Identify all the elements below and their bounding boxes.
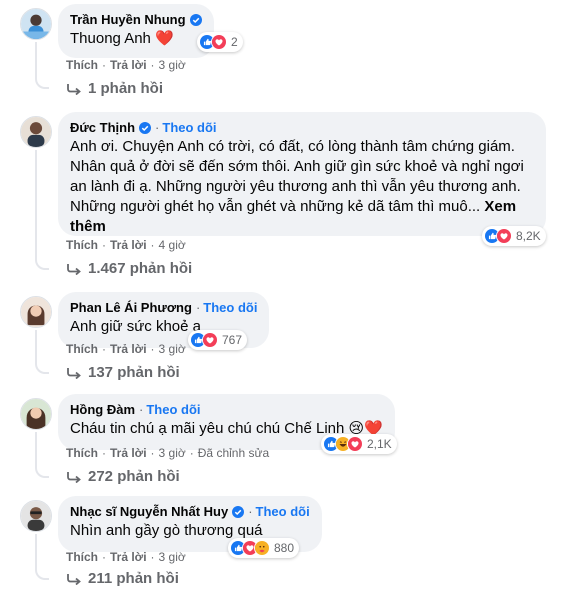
love-icon bbox=[496, 228, 512, 244]
view-replies-link[interactable]: 137 phản hồi bbox=[66, 364, 180, 381]
avatar[interactable] bbox=[20, 500, 52, 532]
reply-arrow-icon bbox=[66, 367, 82, 379]
love-icon bbox=[347, 436, 363, 452]
reply-arrow-icon bbox=[66, 263, 82, 275]
commenter-name[interactable]: Trần Huyền Nhung bbox=[70, 12, 186, 27]
comment-actions: Thích · Trả lời · 3 giờ bbox=[66, 58, 186, 72]
timestamp[interactable]: 3 giờ bbox=[159, 550, 186, 564]
avatar[interactable] bbox=[20, 398, 52, 430]
comment-actions: Thích · Trả lời · 4 giờ bbox=[66, 238, 186, 252]
like-button[interactable]: Thích bbox=[66, 550, 98, 564]
replies-count: 1 phản hồi bbox=[88, 80, 163, 97]
comment-text: Anh ơi. Chuyện Anh có trời, có đất, có l… bbox=[70, 138, 524, 235]
reply-button[interactable]: Trả lời bbox=[110, 238, 147, 252]
reaction-count: 2,1K bbox=[367, 437, 392, 451]
replies-count: 272 phản hồi bbox=[88, 468, 180, 485]
comment-actions: Thích · Trả lời · 3 giờ bbox=[66, 550, 186, 564]
avatar[interactable] bbox=[20, 116, 52, 148]
thread-line bbox=[35, 150, 37, 260]
view-replies-link[interactable]: 1.467 phản hồi bbox=[66, 260, 192, 277]
care-icon bbox=[254, 540, 270, 556]
view-replies-link[interactable]: 1 phản hồi bbox=[66, 80, 163, 97]
reaction-count: 8,2K bbox=[516, 229, 541, 243]
comment-bubble: Trần Huyền Nhung Thuong Anh ❤️ bbox=[58, 4, 214, 58]
reply-button[interactable]: Trả lời bbox=[110, 342, 147, 356]
comment-bubble: Đức Thịnh · Theo dõi Anh ơi. Chuyện Anh … bbox=[58, 112, 546, 236]
thread-connector bbox=[35, 256, 49, 270]
timestamp[interactable]: 3 giờ bbox=[159, 446, 186, 460]
follow-button[interactable]: Theo dõi bbox=[146, 402, 200, 417]
follow-button[interactable]: Theo dõi bbox=[162, 120, 216, 135]
thread-line bbox=[35, 432, 37, 468]
reply-button[interactable]: Trả lời bbox=[110, 58, 147, 72]
like-button[interactable]: Thích bbox=[66, 58, 98, 72]
timestamp[interactable]: 3 giờ bbox=[159, 342, 186, 356]
like-button[interactable]: Thích bbox=[66, 342, 98, 356]
replies-count: 137 phản hồi bbox=[88, 364, 180, 381]
reply-arrow-icon bbox=[66, 83, 82, 95]
replies-count: 1.467 phản hồi bbox=[88, 260, 193, 277]
commenter-name[interactable]: Đức Thịnh bbox=[70, 120, 135, 135]
reply-arrow-icon bbox=[66, 471, 82, 483]
reaction-count: 767 bbox=[222, 333, 243, 347]
avatar[interactable] bbox=[20, 8, 52, 40]
follow-button[interactable]: Theo dõi bbox=[203, 300, 257, 315]
comment-actions: Thích · Trả lời · 3 giờ bbox=[66, 342, 186, 356]
timestamp[interactable]: 4 giờ bbox=[159, 238, 186, 252]
thread-line bbox=[35, 534, 37, 570]
like-button[interactable]: Thích bbox=[66, 446, 98, 460]
thread-connector bbox=[35, 75, 49, 89]
view-replies-link[interactable]: 272 phản hồi bbox=[66, 468, 180, 485]
verified-badge-icon bbox=[232, 505, 245, 518]
love-icon bbox=[202, 332, 218, 348]
thread-connector bbox=[35, 464, 49, 478]
reply-button[interactable]: Trả lời bbox=[110, 446, 147, 460]
commenter-name[interactable]: Hồng Đàm bbox=[70, 402, 135, 417]
reaction-summary[interactable]: 880 bbox=[228, 538, 300, 558]
follow-button[interactable]: Theo dõi bbox=[256, 504, 310, 519]
thread-line bbox=[35, 330, 37, 364]
reaction-summary[interactable]: 8,2K bbox=[482, 226, 546, 246]
edited-label: Đã chỉnh sửa bbox=[197, 446, 270, 460]
love-icon bbox=[211, 34, 227, 50]
view-replies-link[interactable]: 211 phản hồi bbox=[66, 570, 179, 587]
verified-badge-icon bbox=[189, 13, 202, 26]
like-button[interactable]: Thích bbox=[66, 238, 98, 252]
verified-badge-icon bbox=[139, 121, 152, 134]
thread-connector bbox=[35, 566, 49, 580]
reaction-count: 880 bbox=[274, 541, 295, 555]
avatar[interactable] bbox=[20, 296, 52, 328]
commenter-name[interactable]: Nhạc sĩ Nguyễn Nhất Huy bbox=[70, 504, 228, 519]
reaction-summary[interactable]: 2 bbox=[197, 32, 243, 52]
thread-connector bbox=[35, 360, 49, 374]
comment-text: Thuong Anh ❤️ bbox=[70, 30, 174, 47]
comment-actions: Thích · Trả lời · 3 giờ · Đã chỉnh sửa bbox=[66, 446, 270, 460]
reaction-summary[interactable]: 767 bbox=[188, 330, 248, 350]
reply-arrow-icon bbox=[66, 573, 82, 585]
replies-count: 211 phản hồi bbox=[88, 570, 179, 587]
reaction-count: 2 bbox=[231, 35, 238, 49]
thread-line bbox=[35, 42, 37, 78]
commenter-name[interactable]: Phan Lê Ái Phương bbox=[70, 300, 192, 315]
reaction-summary[interactable]: 2,1K bbox=[321, 434, 397, 454]
reply-button[interactable]: Trả lời bbox=[110, 550, 147, 564]
timestamp[interactable]: 3 giờ bbox=[159, 58, 186, 72]
